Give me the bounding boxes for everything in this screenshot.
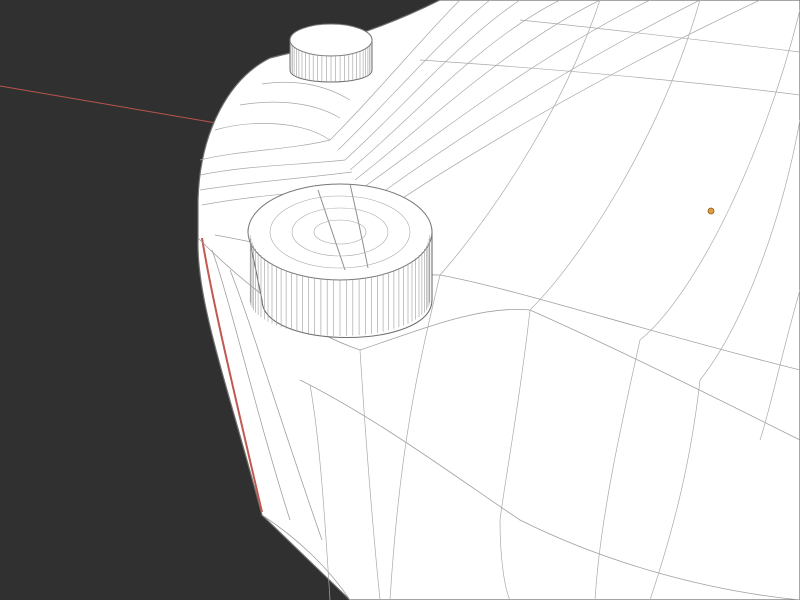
object-origin-icon[interactable] — [707, 207, 715, 215]
back-screw-top — [289, 23, 373, 57]
screw-head[interactable] — [289, 23, 373, 83]
front-screw-top — [247, 183, 433, 281]
screw-head[interactable] — [247, 183, 433, 338]
viewport-canvas[interactable] — [0, 0, 800, 600]
3d-viewport[interactable] — [0, 0, 800, 600]
